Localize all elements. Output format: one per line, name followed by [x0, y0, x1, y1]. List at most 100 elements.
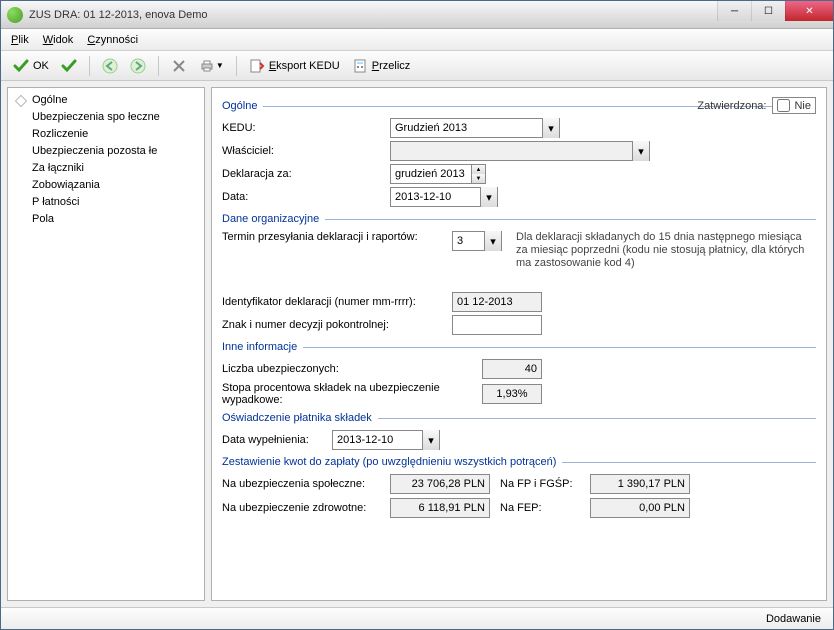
data-value: 2013-12-10 — [395, 191, 451, 203]
group-ogolne-label: Ogólne — [222, 100, 257, 112]
spin-up-icon[interactable]: ▲ — [472, 165, 485, 174]
group-inne: Inne informacje — [222, 341, 816, 353]
znak-label: Znak i numer decyzji pokontrolnej: — [222, 319, 452, 331]
arrow-left-icon — [102, 58, 118, 74]
sidebar-item-zalaczniki[interactable]: Za łączniki — [10, 160, 202, 177]
group-oswiadczenie: Oświadczenie płatnika składek — [222, 412, 816, 424]
check-green-icon — [13, 58, 29, 74]
tools-button[interactable] — [167, 54, 191, 78]
ident-value: 01 12-2013 — [452, 292, 542, 312]
eksport-label: Eksport KEDU — [269, 60, 340, 72]
app-icon — [7, 7, 23, 23]
nav-forward-button[interactable] — [126, 54, 150, 78]
group-zestawienie-label: Zestawienie kwot do zapłaty (po uwzględn… — [222, 456, 556, 468]
data-label: Data: — [222, 191, 390, 203]
close-button[interactable]: ✕ — [785, 1, 833, 21]
ok-alt-button[interactable] — [57, 54, 81, 78]
tools-icon — [171, 58, 187, 74]
wlasciciel-select[interactable]: ▾ — [390, 141, 650, 161]
zatwierdzona-checkbox[interactable]: Nie — [772, 97, 816, 114]
zatwierdzona-checkbox-input[interactable] — [777, 99, 790, 112]
termin-hint: Dla deklaracji składanych do 15 dnia nas… — [516, 231, 816, 270]
eksport-kedu-button[interactable]: Eksport KEDU — [245, 54, 344, 78]
ok-button[interactable]: OK — [9, 54, 53, 78]
sidebar-item-rozliczenie[interactable]: Rozliczenie — [10, 126, 202, 143]
kedu-select[interactable]: Grudzień 2013 ▾ — [390, 118, 560, 138]
stopa-label: Stopa procentowa składek na ubezpieczeni… — [222, 382, 482, 406]
na-fep-label: Na FEP: — [500, 502, 590, 514]
przelicz-button[interactable]: Przelicz — [348, 54, 415, 78]
window: ZUS DRA: 01 12-2013, enova Demo ─ ☐ ✕ Pl… — [0, 0, 834, 630]
group-ogolne: Ogólne Zatwierdzona: Nie — [222, 100, 816, 112]
menu-plik[interactable]: Plik — [11, 34, 29, 46]
sidebar-item-zobowiazania[interactable]: Zobowiązania — [10, 177, 202, 194]
spin-down-icon[interactable]: ▼ — [472, 174, 485, 183]
titlebar: ZUS DRA: 01 12-2013, enova Demo ─ ☐ ✕ — [1, 1, 833, 29]
na-spol-label: Na ubezpieczenia społeczne: — [222, 478, 390, 490]
group-dane-org: Dane organizacyjne — [222, 213, 816, 225]
ok-label: OK — [33, 60, 49, 72]
kedu-value: Grudzień 2013 — [395, 122, 467, 134]
chevron-down-icon: ▾ — [484, 231, 501, 251]
sidebar-item-platnosci[interactable]: P łatności — [10, 194, 202, 211]
sidebar-item-ubezp-pozost[interactable]: Ubezpieczenia pozosta łe — [10, 143, 202, 160]
maximize-button[interactable]: ☐ — [751, 1, 785, 21]
menu-czynnosci[interactable]: Czynności — [87, 34, 138, 46]
liczba-value: 40 — [482, 359, 542, 379]
minimize-button[interactable]: ─ — [717, 1, 751, 21]
dekl-za-spinner[interactable]: grudzień 2013 ▲▼ — [390, 164, 486, 184]
arrow-right-icon — [130, 58, 146, 74]
przelicz-label: Przelicz — [372, 60, 411, 72]
sidebar-item-pola[interactable]: Pola — [10, 211, 202, 228]
body: Ogólne Ubezpieczenia spo łeczne Rozlicze… — [1, 81, 833, 607]
window-title: ZUS DRA: 01 12-2013, enova Demo — [29, 9, 208, 21]
liczba-label: Liczba ubezpieczonych: — [222, 363, 482, 375]
separator — [158, 56, 159, 76]
data-wyp-label: Data wypełnienia: — [222, 434, 332, 446]
group-dane-org-label: Dane organizacyjne — [222, 213, 319, 225]
menu-widok[interactable]: Widok — [43, 34, 74, 46]
separator — [236, 56, 237, 76]
termin-value: 3 — [457, 235, 463, 247]
data-wyp-value: 2013-12-10 — [337, 434, 393, 446]
termin-select[interactable]: 3 ▾ — [452, 231, 502, 251]
stopa-value: 1,93% — [482, 384, 542, 404]
main-panel: Ogólne Zatwierdzona: Nie KEDU: Grudzień … — [211, 87, 827, 601]
kedu-label: KEDU: — [222, 122, 390, 134]
sidebar-item-ogolne[interactable]: Ogólne — [10, 92, 202, 109]
termin-label: Termin przesyłania deklaracji i raportów… — [222, 231, 452, 243]
na-fep-value: 0,00 PLN — [590, 498, 690, 518]
zatwierdzona-no: Nie — [794, 100, 811, 112]
zatwierdzona-label: Zatwierdzona: — [697, 100, 766, 112]
na-zdr-label: Na ubezpieczenie zdrowotne: — [222, 502, 390, 514]
group-oswiadczenie-label: Oświadczenie płatnika składek — [222, 412, 372, 424]
data-select[interactable]: 2013-12-10 ▾ — [390, 187, 498, 207]
dekl-za-label: Deklaracja za: — [222, 168, 390, 180]
statusbar: Dodawanie — [1, 607, 833, 629]
na-spol-value: 23 706,28 PLN — [390, 474, 490, 494]
print-button[interactable]: ▼ — [195, 54, 228, 78]
wlasciciel-label: Właściciel: — [222, 145, 390, 157]
znak-input[interactable] — [452, 315, 542, 335]
na-fp-value: 1 390,17 PLN — [590, 474, 690, 494]
toolbar: OK ▼ Eksport KEDU Przelicz — [1, 51, 833, 81]
sidebar: Ogólne Ubezpieczenia spo łeczne Rozlicze… — [7, 87, 205, 601]
recalculate-icon — [352, 58, 368, 74]
chevron-down-icon: ▾ — [480, 187, 497, 207]
zatwierdzona-wrapper: Zatwierdzona: Nie — [697, 97, 816, 114]
separator — [89, 56, 90, 76]
chevron-down-icon: ▾ — [632, 141, 649, 161]
nav-back-button[interactable] — [98, 54, 122, 78]
na-zdr-value: 6 118,91 PLN — [390, 498, 490, 518]
window-controls: ─ ☐ ✕ — [717, 1, 833, 21]
status-text: Dodawanie — [766, 613, 821, 625]
group-zestawienie: Zestawienie kwot do zapłaty (po uwzględn… — [222, 456, 816, 468]
ident-label: Identyfikator deklaracji (numer mm-rrrr)… — [222, 296, 452, 308]
chevron-down-icon: ▾ — [422, 430, 439, 450]
export-icon — [249, 58, 265, 74]
na-fp-label: Na FP i FGŚP: — [500, 478, 590, 490]
data-wyp-select[interactable]: 2013-12-10 ▾ — [332, 430, 440, 450]
dekl-za-value: grudzień 2013 — [391, 165, 471, 183]
group-inne-label: Inne informacje — [222, 341, 297, 353]
sidebar-item-ubezp-spol[interactable]: Ubezpieczenia spo łeczne — [10, 109, 202, 126]
